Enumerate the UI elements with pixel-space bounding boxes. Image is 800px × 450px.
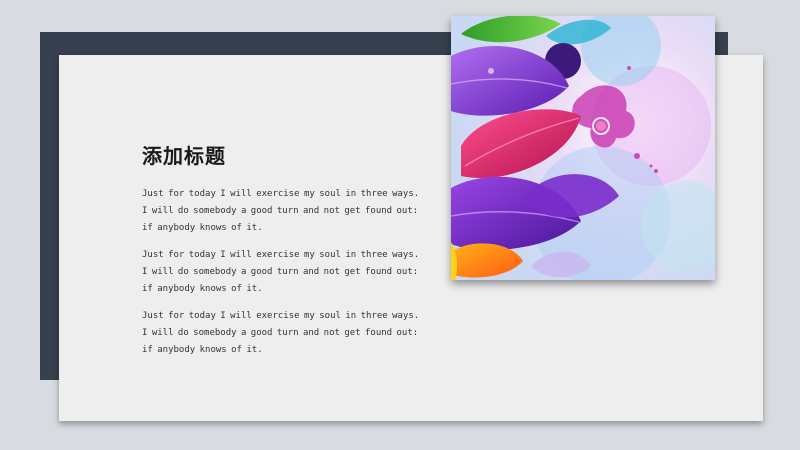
body-paragraph[interactable]: Just for today I will exercise my soul i… [142, 247, 420, 298]
body-paragraph[interactable]: Just for today I will exercise my soul i… [142, 308, 420, 359]
leaves-image[interactable] [451, 16, 715, 280]
body-text-block: Just for today I will exercise my soul i… [142, 186, 420, 369]
colorful-leaves-illustration-icon [451, 16, 715, 280]
body-paragraph[interactable]: Just for today I will exercise my soul i… [142, 186, 420, 237]
slide-canvas: 添加标题 Just for today I will exercise my s… [0, 0, 800, 450]
slide-title[interactable]: 添加标题 [142, 140, 226, 169]
